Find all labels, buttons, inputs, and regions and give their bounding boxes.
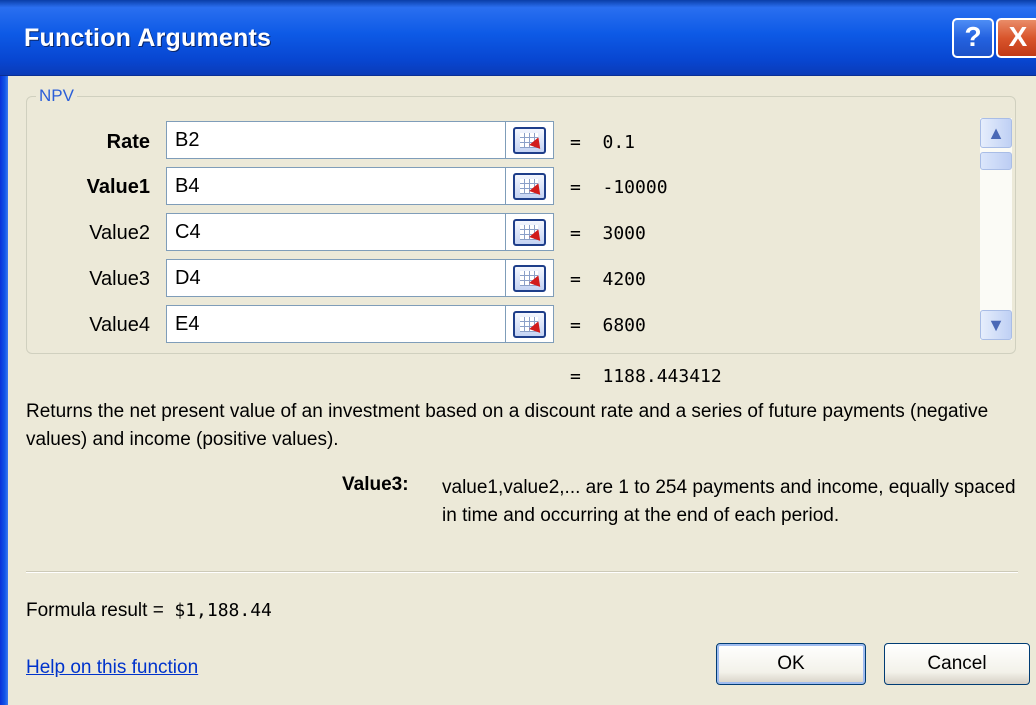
collapse-dialog-button[interactable] bbox=[506, 213, 554, 251]
window-title: Function Arguments bbox=[24, 24, 272, 52]
cancel-button[interactable]: Cancel bbox=[884, 643, 1030, 685]
value2-input[interactable] bbox=[166, 213, 506, 251]
scroll-thumb[interactable] bbox=[980, 152, 1012, 170]
title-bar[interactable]: Function Arguments ? X bbox=[0, 0, 1036, 76]
help-icon: ? bbox=[964, 21, 982, 52]
value4-input[interactable] bbox=[166, 305, 506, 343]
close-icon: X bbox=[1008, 21, 1028, 52]
help-button[interactable]: ? bbox=[952, 18, 994, 58]
function-name: NPV bbox=[36, 86, 77, 106]
function-arguments-dialog: Function Arguments ? X NPV Rate = 0.1 Va… bbox=[0, 0, 1036, 705]
argument-value: = 3000 bbox=[570, 223, 646, 244]
argument-value: = 4200 bbox=[570, 269, 646, 290]
ok-button[interactable]: OK bbox=[716, 643, 866, 685]
scroll-up-button[interactable]: ▲ bbox=[980, 118, 1012, 148]
selected-argument-name: Value3: bbox=[342, 474, 409, 495]
divider bbox=[26, 571, 1018, 573]
argument-value: = -10000 bbox=[570, 177, 668, 198]
chevron-up-icon: ▲ bbox=[987, 123, 1005, 143]
close-button[interactable]: X bbox=[996, 18, 1036, 58]
function-description: Returns the net present value of an inve… bbox=[26, 401, 989, 450]
range-select-icon bbox=[513, 311, 546, 338]
collapse-dialog-button[interactable] bbox=[506, 259, 554, 297]
collapse-dialog-button[interactable] bbox=[506, 305, 554, 343]
argument-value: = 0.1 bbox=[570, 132, 636, 153]
function-result: = 1188.443412 bbox=[570, 366, 722, 387]
argument-label: Value1 bbox=[86, 176, 150, 198]
collapse-dialog-button[interactable] bbox=[506, 167, 554, 205]
range-select-icon bbox=[513, 265, 546, 292]
chevron-down-icon: ▼ bbox=[987, 315, 1005, 335]
formula-result: Formula result = $1,188.44 bbox=[26, 600, 272, 622]
argument-label: Value2 bbox=[89, 222, 150, 244]
range-select-icon bbox=[513, 127, 546, 154]
scroll-down-button[interactable]: ▼ bbox=[980, 310, 1012, 340]
help-on-function-link[interactable]: Help on this function bbox=[26, 657, 198, 679]
argument-label: Value4 bbox=[89, 314, 150, 336]
range-select-icon bbox=[513, 219, 546, 246]
argument-description: value1,value2,... are 1 to 254 payments … bbox=[442, 477, 1016, 526]
value1-input[interactable] bbox=[166, 167, 506, 205]
argument-label: Rate bbox=[106, 131, 150, 153]
collapse-dialog-button[interactable] bbox=[506, 121, 554, 159]
argument-label: Value3 bbox=[89, 268, 150, 290]
formula-result-label: Formula result = bbox=[26, 600, 164, 621]
window-edge bbox=[0, 0, 8, 705]
range-select-icon bbox=[513, 173, 546, 200]
formula-result-value: $1,188.44 bbox=[174, 600, 272, 621]
value3-input[interactable] bbox=[166, 259, 506, 297]
rate-input[interactable] bbox=[166, 121, 506, 159]
argument-value: = 6800 bbox=[570, 315, 646, 336]
